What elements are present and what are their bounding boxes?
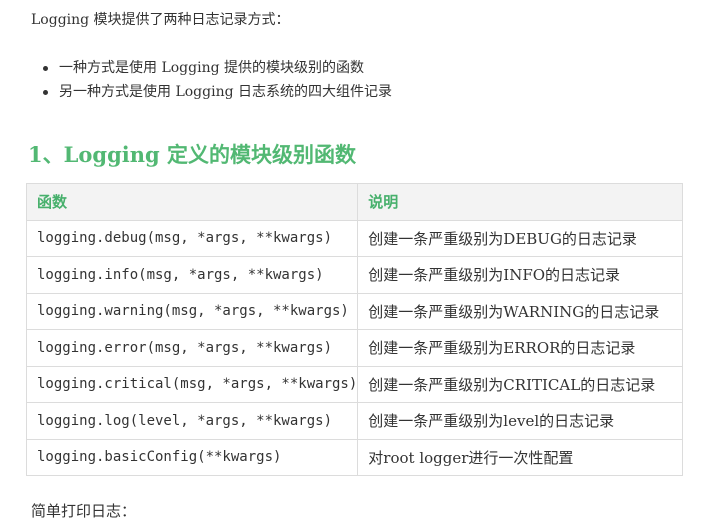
- table-row: logging.debug(msg, *args, **kwargs) 创建一条…: [25, 219, 683, 257]
- description-cell: 对root logger进行一次性配置: [357, 438, 683, 476]
- bullet-item: 另一种方式是使用 Logging 日志系统的四大组件记录: [40, 82, 392, 106]
- function-cell: logging.error(msg, *args, **kwargs): [25, 329, 359, 367]
- function-cell: logging.info(msg, *args, **kwargs): [25, 256, 359, 294]
- function-cell: logging.critical(msg, *args, **kwargs): [25, 365, 359, 403]
- functions-table: 函数 说明 logging.debug(msg, *args, **kwargs…: [25, 183, 683, 476]
- table-row: logging.warning(msg, *args, **kwargs) 创建…: [25, 292, 683, 330]
- column-header-function: 函数: [25, 183, 359, 221]
- function-cell: logging.log(level, *args, **kwargs): [25, 402, 359, 440]
- function-cell: logging.basicConfig(**kwargs): [25, 438, 359, 476]
- description-cell: 创建一条严重级别为WARNING的日志记录: [357, 292, 683, 330]
- function-cell: logging.debug(msg, *args, **kwargs): [25, 219, 359, 257]
- outro-paragraph: 简单打印日志：: [31, 502, 137, 520]
- intro-paragraph: Logging 模块提供了两种日志记录方式：: [31, 12, 290, 28]
- table-row: logging.log(level, *args, **kwargs) 创建一条…: [25, 402, 683, 440]
- description-cell: 创建一条严重级别为CRITICAL的日志记录: [357, 365, 683, 403]
- bullet-item: 一种方式是使用 Logging 提供的模块级别的函数: [40, 58, 392, 82]
- description-cell: 创建一条严重级别为INFO的日志记录: [357, 256, 683, 294]
- table-row: logging.error(msg, *args, **kwargs) 创建一条…: [25, 329, 683, 367]
- bullet-list: 一种方式是使用 Logging 提供的模块级别的函数 另一种方式是使用 Logg…: [40, 58, 392, 106]
- section-heading: 1、Logging 定义的模块级别函数: [28, 142, 356, 167]
- description-cell: 创建一条严重级别为level的日志记录: [357, 402, 683, 440]
- description-cell: 创建一条严重级别为ERROR的日志记录: [357, 329, 683, 367]
- column-header-description: 说明: [357, 183, 683, 221]
- table-header-row: 函数 说明: [25, 183, 683, 221]
- table-row: logging.info(msg, *args, **kwargs) 创建一条严…: [25, 256, 683, 294]
- function-cell: logging.warning(msg, *args, **kwargs): [25, 292, 359, 330]
- table-row: logging.basicConfig(**kwargs) 对root logg…: [25, 438, 683, 476]
- description-cell: 创建一条严重级别为DEBUG的日志记录: [357, 219, 683, 257]
- table-row: logging.critical(msg, *args, **kwargs) 创…: [25, 365, 683, 403]
